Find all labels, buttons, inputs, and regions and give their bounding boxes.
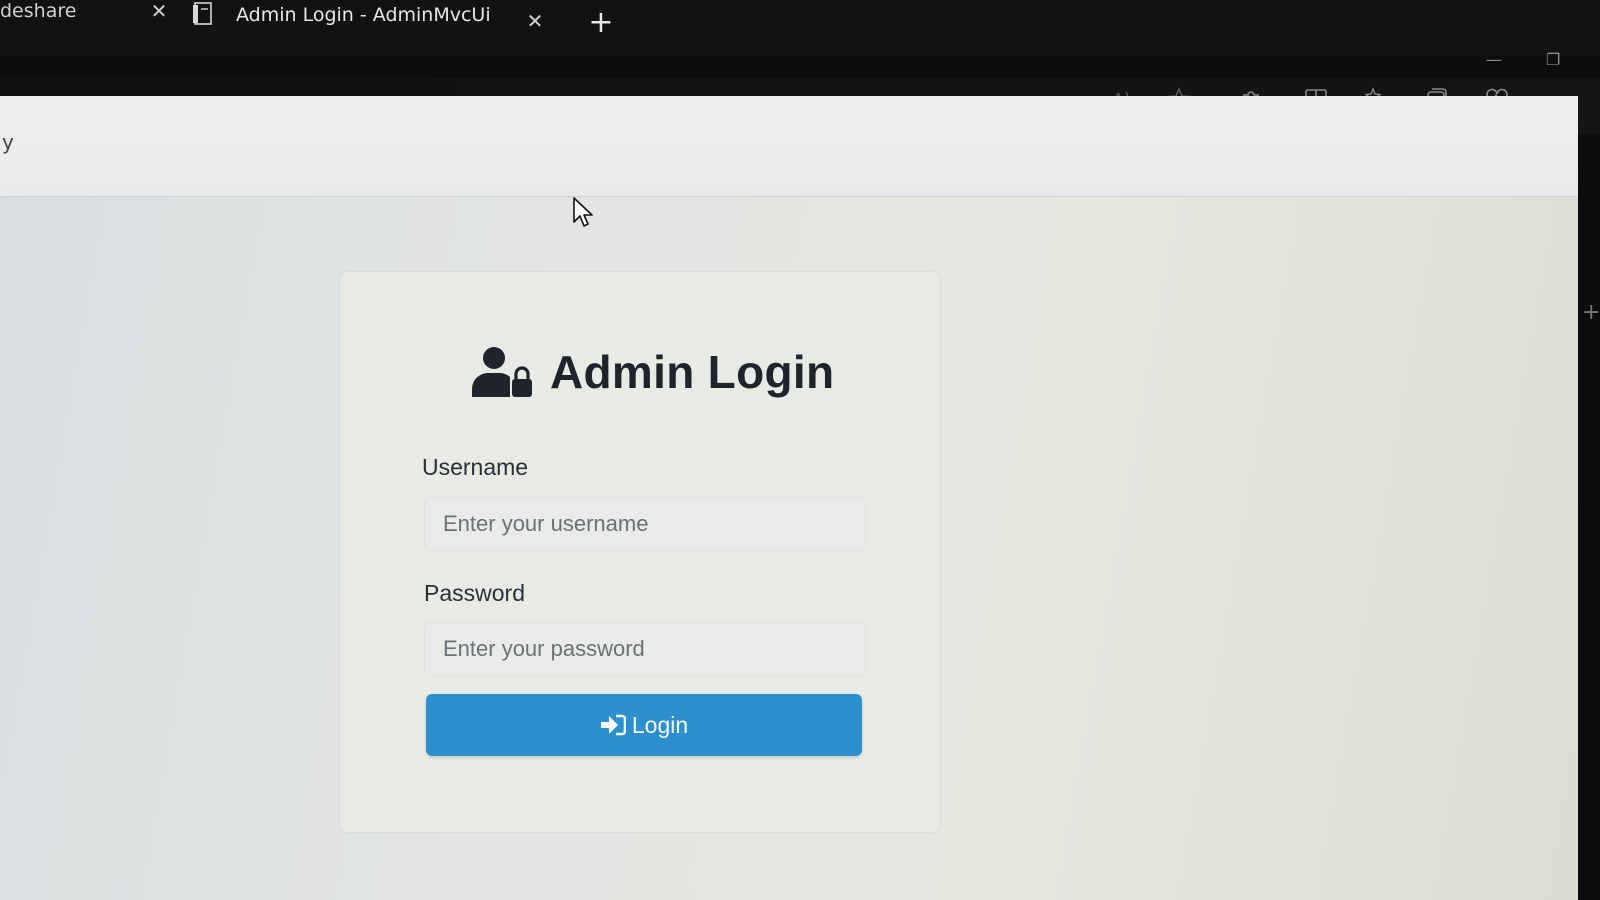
tab-strip: deshare ✕ Admin Login - AdminMvcUi ✕ + —… <box>0 0 1600 69</box>
close-tab-icon[interactable]: ✕ <box>526 11 544 31</box>
login-button[interactable]: Login <box>426 694 862 756</box>
login-button-label: Login <box>631 711 689 738</box>
new-tab-button[interactable]: + <box>588 8 614 38</box>
password-input[interactable] <box>424 622 866 676</box>
page-title: Admin Login <box>470 345 834 399</box>
mouse-cursor-icon <box>573 197 593 227</box>
address-text: y <box>2 130 14 154</box>
tab-title: deshare <box>0 0 77 22</box>
close-tab-icon[interactable]: ✕ <box>150 1 168 21</box>
user-lock-icon <box>472 347 532 397</box>
password-label: Password <box>424 580 525 606</box>
address-bar[interactable]: y <box>0 96 1578 197</box>
restore-icon[interactable]: ❐ <box>1546 50 1560 69</box>
tab-title: Admin Login - AdminMvcUi <box>236 4 491 26</box>
sidebar-add-icon[interactable]: + <box>1582 300 1600 325</box>
login-title: Admin Login <box>550 346 835 398</box>
minimize-icon[interactable]: — <box>1486 50 1502 69</box>
username-input[interactable] <box>424 497 866 551</box>
tab-active[interactable]: Admin Login - AdminMvcUi ✕ <box>192 0 562 44</box>
username-label: Username <box>422 454 529 480</box>
sign-in-icon <box>600 714 626 736</box>
tab-previous[interactable]: deshare ✕ <box>0 0 180 44</box>
page-icon <box>193 2 212 25</box>
